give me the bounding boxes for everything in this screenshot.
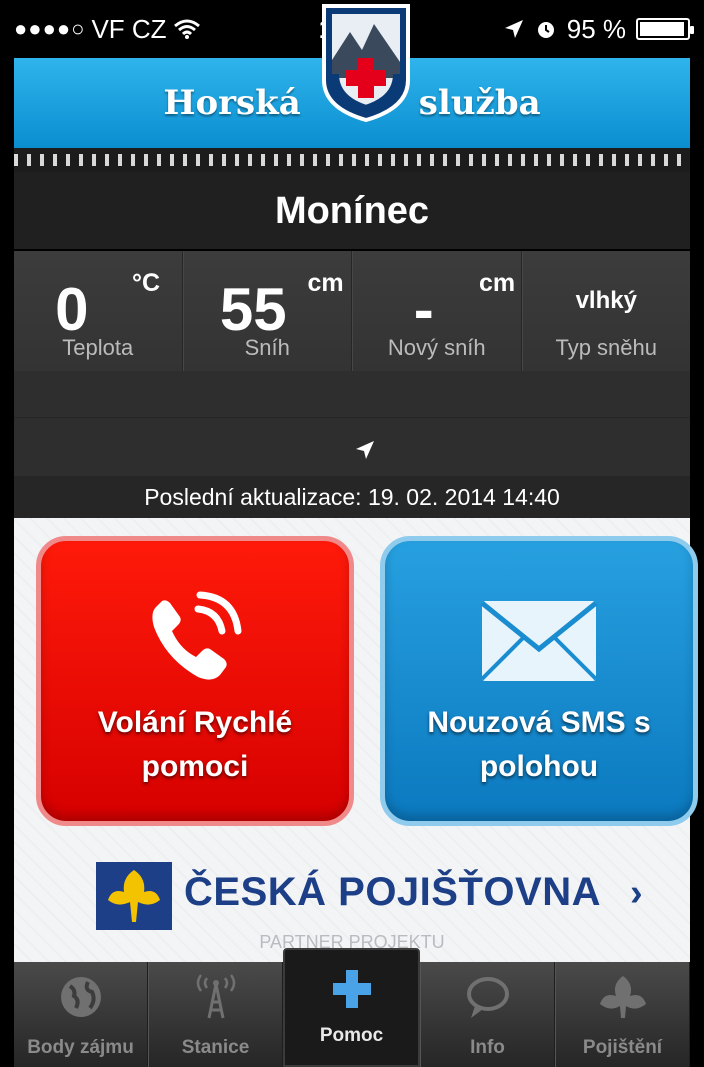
tab-body-zajmu[interactable]: Body zájmu	[14, 962, 148, 1067]
phone-icon	[152, 591, 242, 680]
tab-label: Body zájmu	[27, 1037, 134, 1058]
antenna-icon	[196, 974, 235, 1019]
partner-banner[interactable]: ČESKÁ POJIŠŤOVNA › PARTNER PROJEKTU	[14, 848, 690, 958]
tab-pojisteni[interactable]: Pojištění	[555, 962, 690, 1067]
ruler-decoration	[14, 148, 690, 172]
call-label-line1: Volání Rychlé	[97, 706, 293, 739]
sms-label: Nouzová SMS s polohou	[385, 701, 693, 789]
ceska-pojistovna-logo	[96, 862, 172, 930]
sms-label-line2: polohou	[479, 750, 599, 783]
emergency-sms-button[interactable]: Nouzová SMS s polohou	[380, 536, 698, 826]
tab-info[interactable]: Info	[420, 962, 555, 1067]
stat-label: Nový sníh	[387, 335, 486, 360]
signal-strength: ●●●●○	[14, 16, 86, 41]
main-content: Volání Rychlé pomoci Nouzová SMS s poloh…	[14, 518, 698, 962]
weather-stats: 0 °C Teplota 55 cm Sníh - cm Nový sníh v…	[14, 251, 690, 371]
partner-name: ČESKÁ POJIŠŤOVNA	[184, 870, 601, 914]
call-label-line2: pomoci	[141, 750, 249, 783]
envelope-icon	[480, 601, 598, 681]
info-panel	[14, 371, 690, 476]
stat-value: vlhký	[575, 287, 637, 314]
tab-label: Pojištění	[582, 1037, 663, 1058]
emergency-call-button[interactable]: Volání Rychlé pomoci	[36, 536, 354, 826]
tab-stanice[interactable]: Stanice	[148, 962, 283, 1067]
battery-percent: 95 %	[566, 13, 626, 44]
plus-icon	[332, 970, 371, 1008]
tab-bar: Body zájmu Stanice Pomoc Info Pojištění	[14, 948, 690, 1067]
speech-bubble-icon	[466, 977, 509, 1018]
tab-pomoc[interactable]: Pomoc	[283, 948, 420, 1067]
stat-label: Typ sněhu	[555, 335, 657, 360]
tab-label: Stanice	[181, 1037, 250, 1058]
sms-label-line1: Nouzová SMS s	[427, 706, 651, 739]
alarm-clock-icon	[537, 22, 554, 38]
battery-icon	[636, 18, 694, 40]
battery-fill	[640, 22, 684, 36]
stat-unit: cm	[479, 269, 516, 297]
chevron-right-icon: ›	[630, 872, 643, 914]
stat-new-snow: - cm Nový sníh	[352, 251, 522, 371]
location-name: Monínec	[14, 172, 690, 250]
leaf-icon	[599, 976, 646, 1018]
globe-icon	[60, 977, 101, 1017]
location-arrow-icon	[504, 20, 523, 38]
call-label: Volání Rychlé pomoci	[41, 701, 349, 789]
carrier-name: VF CZ	[91, 13, 167, 44]
navigation-arrow-icon	[356, 441, 374, 459]
brand-left: Horská	[163, 83, 301, 123]
last-update-text: Poslední aktualizace: 19. 02. 2014 14:40	[14, 476, 690, 518]
stat-snow-type: vlhký Typ sněhu	[521, 251, 691, 371]
tab-label: Info	[470, 1037, 505, 1058]
mountain-rescue-logo	[322, 4, 410, 122]
brand-right: služba	[418, 83, 541, 123]
stat-label: Sníh	[244, 335, 290, 360]
tab-label: Pomoc	[319, 1025, 384, 1046]
wifi-icon	[173, 19, 200, 39]
